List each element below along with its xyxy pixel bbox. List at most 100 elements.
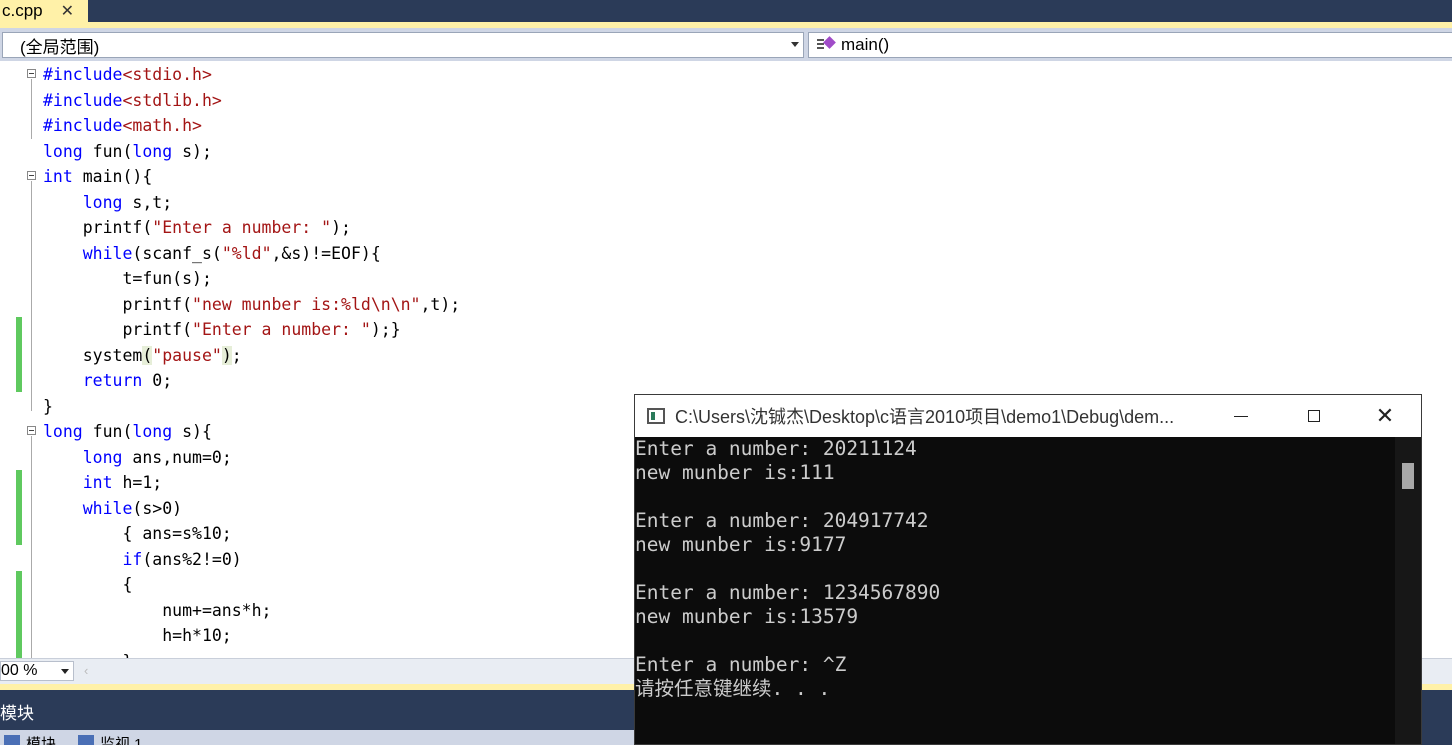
change-marker: [16, 317, 22, 392]
console-line: 请按任意键继续. . .: [635, 677, 831, 700]
code-line[interactable]: }: [43, 394, 53, 419]
fold-guide: [31, 436, 32, 658]
code-line[interactable]: return 0;: [43, 368, 172, 393]
panel-tab-modules[interactable]: 模块: [4, 733, 56, 745]
close-button[interactable]: ✕: [1349, 395, 1421, 437]
code-token: <math.h>: [122, 116, 202, 135]
fold-toggle-icon[interactable]: [27, 426, 36, 435]
code-token: ): [221, 345, 232, 365]
code-line[interactable]: int main(){: [43, 164, 152, 189]
code-token: system: [43, 345, 143, 365]
code-line[interactable]: system("pause");: [43, 343, 242, 368]
code-token: "new munber is:%ld\n\n": [192, 294, 421, 314]
code-line[interactable]: #include<math.h>: [43, 113, 202, 138]
code-line[interactable]: h=h*10;: [43, 623, 232, 648]
code-token: num+=ans*h;: [43, 600, 272, 620]
code-line[interactable]: while(s>0): [43, 496, 182, 521]
code-token: (ans%2!=0): [142, 549, 242, 569]
code-token: main(){: [72, 167, 153, 186]
code-line[interactable]: #include<stdlib.h>: [43, 88, 222, 113]
console-scrollbar[interactable]: [1395, 437, 1421, 744]
code-line[interactable]: t=fun(s);: [43, 266, 211, 291]
code-token: s){: [172, 422, 212, 441]
panel-title-label: 模块: [0, 704, 34, 723]
fold-guide: [31, 181, 32, 411]
code-token: long: [132, 422, 173, 441]
code-token: (scanf_s(: [132, 243, 222, 263]
scroll-left-icon[interactable]: ‹: [84, 663, 94, 678]
code-token: fun(: [82, 141, 133, 161]
code-line[interactable]: int h=1;: [43, 470, 162, 495]
code-token: #include: [43, 116, 123, 135]
code-line[interactable]: #include<stdio.h>: [43, 62, 212, 87]
code-token: "pause": [152, 345, 222, 365]
console-line: Enter a number: 1234567890: [635, 581, 941, 604]
code-token: long: [82, 192, 123, 212]
code-line[interactable]: }: [43, 649, 132, 659]
code-line[interactable]: {: [43, 572, 132, 597]
code-token: while: [82, 498, 133, 518]
tab-c-cpp[interactable]: c.cpp ✕: [0, 0, 88, 22]
console-title-bar[interactable]: C:\Users\沈铖杰\Desktop\c语言2010项目\demo1\Deb…: [635, 395, 1421, 437]
code-token: long: [43, 422, 83, 441]
method-icon: [817, 36, 837, 53]
console-line: new munber is:9177: [635, 533, 847, 556]
code-token: printf(: [43, 320, 193, 339]
code-token: "%ld": [221, 243, 272, 263]
code-line[interactable]: { ans=s%10;: [43, 521, 231, 546]
code-token: if: [122, 549, 143, 569]
code-line[interactable]: printf("Enter a number: ");}: [43, 317, 401, 342]
code-token: int: [43, 167, 73, 186]
chevron-down-icon[interactable]: [791, 42, 799, 47]
change-marker: [16, 470, 22, 545]
code-line[interactable]: long s,t;: [43, 190, 172, 215]
scrollbar-thumb[interactable]: [1402, 463, 1414, 489]
chevron-down-icon[interactable]: [61, 669, 69, 674]
code-token: while: [82, 243, 133, 263]
console-output: Enter a number: 20211124 new munber is:1…: [635, 437, 1395, 744]
code-line[interactable]: printf("Enter a number: ");: [43, 215, 351, 240]
zoom-dropdown[interactable]: 00 %: [0, 661, 74, 681]
minimize-button[interactable]: [1205, 395, 1277, 437]
modules-icon: [4, 735, 20, 745]
code-token: h=h*10;: [43, 626, 232, 645]
code-token: (s>0): [132, 498, 183, 518]
code-token: return: [82, 371, 143, 390]
code-line[interactable]: while(scanf_s("%ld",&s)!=EOF){: [43, 241, 381, 266]
fold-toggle-icon[interactable]: [27, 171, 36, 180]
scope-dropdown[interactable]: (全局范围): [2, 32, 804, 58]
close-icon[interactable]: ✕: [61, 1, 74, 21]
code-line[interactable]: num+=ans*h;: [43, 598, 271, 623]
panel-tab-watch[interactable]: 监视 1: [78, 733, 143, 745]
code-token: s);: [172, 141, 212, 161]
code-line[interactable]: long ans,num=0;: [43, 445, 232, 470]
code-line[interactable]: long fun(long s);: [43, 139, 212, 164]
code-token: long: [132, 141, 173, 161]
code-line[interactable]: long fun(long s){: [43, 419, 212, 444]
change-marker: [16, 571, 22, 658]
code-token: printf(: [43, 294, 193, 314]
function-dropdown[interactable]: main(): [808, 32, 1452, 58]
code-token: ;: [231, 345, 242, 365]
console-app-icon: [647, 408, 665, 424]
maximize-button[interactable]: [1278, 395, 1350, 437]
function-label: main(): [841, 35, 890, 54]
code-token: <stdlib.h>: [122, 90, 222, 110]
fold-guide: [31, 79, 32, 139]
panel-tab-label: 模块: [26, 736, 57, 745]
tab-label: c.cpp: [2, 1, 43, 20]
code-token: }: [43, 396, 53, 416]
fold-toggle-icon[interactable]: [27, 69, 36, 78]
code-token: );}: [370, 320, 401, 339]
console-window[interactable]: C:\Users\沈铖杰\Desktop\c语言2010项目\demo1\Deb…: [634, 394, 1422, 745]
code-line[interactable]: if(ans%2!=0): [43, 547, 242, 572]
panel-title: 模块: [0, 700, 640, 728]
code-line[interactable]: printf("new munber is:%ld\n\n",t);: [43, 292, 460, 317]
watch-icon: [78, 735, 94, 745]
code-token: long: [82, 447, 123, 467]
code-token: ,t);: [420, 294, 461, 314]
